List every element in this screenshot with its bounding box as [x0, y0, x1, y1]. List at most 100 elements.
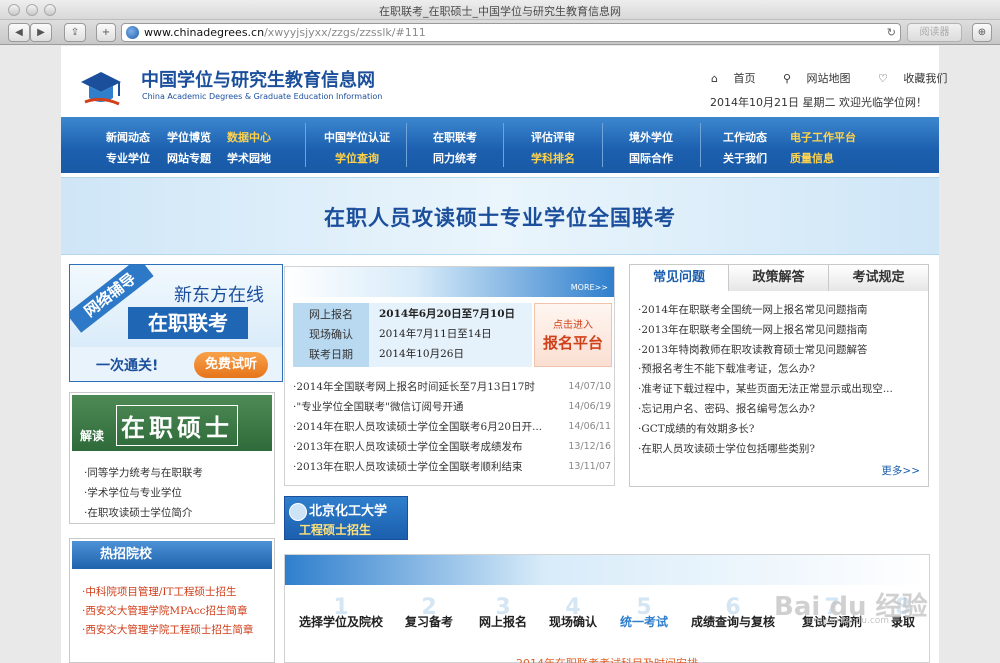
tab-policy[interactable]: 政策解答 [729, 265, 829, 291]
share-button[interactable]: ⇪ [64, 23, 86, 42]
home-icon: ⌂ [711, 72, 718, 85]
nav-data-center[interactable]: 数据中心 [227, 129, 271, 145]
news-row[interactable]: ·2013年在职人员攻读硕士学位全国联考成绩发布 13/12/16 [293, 437, 611, 457]
main-nav: 新闻动态 学位博览 数据中心 专业学位 网站专题 学术园地 中国学位认证 学位查… [61, 117, 939, 173]
list-item[interactable]: ·GCT成绩的有效期多长? [638, 420, 893, 440]
nav-joint-exam[interactable]: 在职联考 [433, 129, 477, 145]
nav-divider [700, 123, 701, 167]
list-item[interactable]: ·2014年在职联考全国统一网上报名常见问题指南 [638, 301, 893, 321]
list-item[interactable]: ·2013年在职联考全国统一网上报名常见问题指南 [638, 321, 893, 341]
list-item[interactable]: ·在职人员攻读硕士学位包括哪些类别? [638, 440, 893, 460]
xdf-ad[interactable]: 网络辅导 新东方在线 在职联考 一次通关! 免费试听 [69, 264, 283, 382]
list-item[interactable]: ·西安交大管理学院MPAcc招生简章 [82, 602, 253, 621]
hot-schools-list: ·中科院项目管理/IT工程硕士招生 ·西安交大管理学院MPAcc招生简章 ·西安… [82, 583, 253, 640]
step-label: 现场确认 [548, 615, 597, 629]
nav-degree-expo[interactable]: 学位博览 [167, 129, 211, 145]
reader-button[interactable]: 阅读器 [907, 23, 962, 42]
faq-tabs: 常见问题 政策解答 考试规定 [630, 265, 928, 292]
news-date: 13/12/16 [568, 441, 611, 452]
nav-overseas[interactable]: 境外学位 [629, 129, 673, 145]
back-button[interactable]: ◀ [8, 23, 30, 42]
schedule-value: 2014年7月11日至14日 [379, 328, 492, 340]
reload-icon[interactable]: ↻ [887, 24, 896, 41]
faq-more-link[interactable]: 更多>> [881, 463, 920, 478]
bookmark-link[interactable]: ♡ 收藏我们 [878, 72, 959, 85]
nav-divider [406, 123, 407, 167]
news-title: ·2014年全国联考网上报名时间延长至7月13日17时 [293, 381, 535, 393]
nav-professional-degree[interactable]: 专业学位 [106, 150, 150, 166]
new-tab-button[interactable]: + [96, 23, 116, 42]
nav-ranking[interactable]: 学科排名 [531, 150, 575, 166]
site-title[interactable]: 中国学位与研究生教育信息网 [141, 66, 375, 92]
forward-button[interactable]: ▶ [30, 23, 52, 42]
tab-faq[interactable]: 常见问题 [630, 265, 729, 292]
date-welcome: 2014年10月21日 星期二 欢迎光临学位网！ [710, 96, 927, 109]
nav-divider [305, 123, 306, 167]
nav-degree-cert[interactable]: 中国学位认证 [324, 129, 390, 145]
nav-e-platform[interactable]: 电子工作平台 [790, 129, 856, 145]
nav-evaluation[interactable]: 评估评审 [531, 129, 575, 145]
step-5[interactable]: 5 统一考试 [612, 597, 676, 630]
download-button[interactable]: ⊕ [972, 23, 992, 42]
news-row[interactable]: ·"专业学位全国联考"微信订阅号开通 14/06/19 [293, 397, 611, 417]
schedule-label: 现场确认 [309, 328, 353, 341]
faq-box: 常见问题 政策解答 考试规定 ·2014年在职联考全国统一网上报名常见问题指南 … [629, 264, 929, 487]
download-icon: ⊕ [977, 27, 987, 38]
watermark-url: jingyan.baidu.com [806, 616, 890, 626]
share-icon: ⇪ [70, 27, 80, 38]
nav-academic[interactable]: 学术园地 [227, 150, 271, 166]
sitemap-link[interactable]: ⚲ 网站地图 [783, 72, 863, 85]
steps-header [285, 555, 929, 585]
nav-intl[interactable]: 国际合作 [629, 150, 673, 166]
url-host: www.chinadegrees.cn [144, 26, 265, 39]
baidu-watermark: Bai du 经验 jingyan.baidu.com [766, 584, 936, 626]
list-item[interactable]: ·西安交大管理学院工程硕士招生简章 [82, 621, 253, 640]
nav-work-news[interactable]: 工作动态 [723, 129, 767, 145]
list-item[interactable]: ·2013年特岗教师在职攻读教育硕士常见问题解答 [638, 341, 893, 361]
nav-divider [602, 123, 603, 167]
schedule-header: MORE>> [285, 267, 614, 297]
news-title: ·2013年在职人员攻读硕士学位全国联考顺利结束 [293, 461, 523, 473]
more-link[interactable]: MORE>> [571, 283, 608, 292]
reading-header[interactable]: 解读 在职硕士 [72, 395, 272, 451]
hot-schools-title: 热招院校 [72, 541, 272, 569]
home-link[interactable]: ⌂ 首页 [711, 72, 767, 85]
free-trial-button[interactable]: 免费试听 [194, 352, 268, 378]
news-row[interactable]: ·2014年全国联考网上报名时间延长至7月13日17时 14/07/10 [293, 377, 611, 397]
nav-degree-query[interactable]: 学位查询 [335, 150, 379, 166]
list-item[interactable]: ·准考证下载过程中，某些页面无法正常显示或出现空... [638, 380, 893, 400]
address-bar[interactable]: www.chinadegrees.cn/xwyyjsjyxx/zzgs/zzss… [121, 23, 901, 42]
tab-rules[interactable]: 考试规定 [829, 265, 928, 291]
nav-about[interactable]: 关于我们 [723, 150, 767, 166]
schedule-label: 网上报名 [309, 308, 353, 321]
plus-icon: + [101, 27, 111, 38]
list-item[interactable]: ·忘记用户名、密码、报名编号怎么办? [638, 400, 893, 420]
news-date: 14/07/10 [568, 381, 611, 392]
registration-platform-button[interactable]: 点击进入 报名平台 [534, 303, 612, 367]
pin-icon: ⚲ [782, 72, 792, 85]
list-item[interactable]: ·中科院项目管理/IT工程硕士招生 [82, 583, 253, 602]
nav-news[interactable]: 新闻动态 [106, 129, 150, 145]
reading-title: 在职硕士 [116, 405, 238, 446]
news-date: 13/11/07 [568, 461, 611, 472]
hero-banner: 在职人员攻读硕士专业学位全国联考 [61, 177, 939, 255]
nav-equal-exam[interactable]: 同力统考 [433, 150, 477, 166]
list-item[interactable]: ·在职攻读硕士学位简介 [84, 503, 203, 523]
nav-topics[interactable]: 网站专题 [167, 150, 211, 166]
step-label: 复习备考 [404, 615, 453, 629]
step-3[interactable]: 3 网上报名 [471, 597, 535, 630]
nav-quality[interactable]: 质量信息 [790, 150, 834, 166]
faq-list: ·2014年在职联考全国统一网上报名常见问题指南 ·2013年在职联考全国统一网… [638, 301, 893, 459]
list-item[interactable]: ·预报名考生不能下载准考证，怎么办? [638, 360, 893, 380]
step-4[interactable]: 4 现场确认 [541, 597, 605, 630]
news-row[interactable]: ·2013年在职人员攻读硕士学位全国联考顺利结束 13/11/07 [293, 457, 611, 477]
news-row[interactable]: ·2014年在职人员攻读硕士学位全国联考6月20日开... 14/06/11 [293, 417, 611, 437]
step-1[interactable]: 1 选择学位及院校 [293, 597, 389, 630]
step-label: 选择学位及院校 [298, 615, 383, 629]
buct-ad[interactable]: 北京化工大学 工程硕士招生 [284, 496, 408, 540]
window-titlebar: 在职联考_在职硕士_中国学位与研究生教育信息网 [0, 0, 1000, 20]
exam-schedule-link[interactable]: 2014年在职联考考试科目及时间安排 [285, 655, 929, 663]
list-item[interactable]: ·学术学位与专业学位 [84, 483, 203, 503]
step-2[interactable]: 2 复习备考 [397, 597, 461, 630]
list-item[interactable]: ·同等学力统考与在职联考 [84, 463, 203, 483]
